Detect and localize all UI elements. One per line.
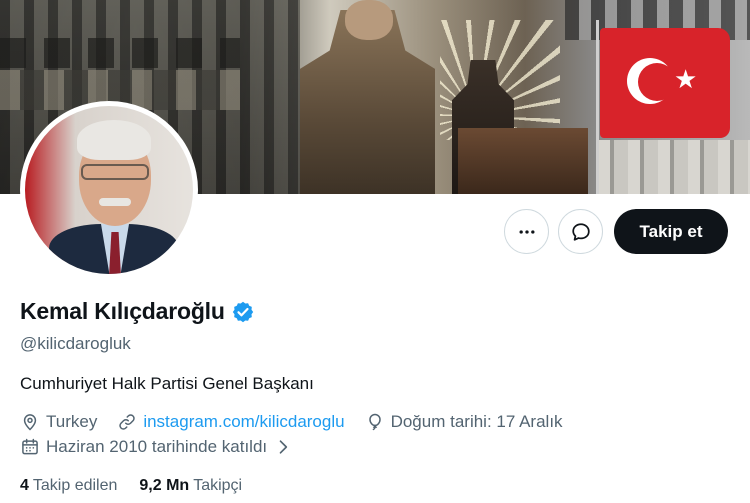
website-link[interactable]: instagram.com/kilicdaroglu <box>143 412 344 432</box>
followers-stat[interactable]: 9,2 Mn Takipçi <box>139 477 242 495</box>
message-button[interactable] <box>558 209 603 254</box>
message-bubble-icon <box>571 222 590 241</box>
banner-city <box>598 140 750 194</box>
following-label: Takip edilen <box>32 477 118 494</box>
chevron-right-icon <box>279 440 288 454</box>
joined-item[interactable]: Haziran 2010 tarihinde katıldı <box>20 437 293 457</box>
ellipsis-icon <box>519 229 534 234</box>
banner-hats <box>0 38 240 68</box>
following-stat[interactable]: 4 Takip edilen <box>20 477 117 495</box>
location-pin-icon <box>23 414 37 431</box>
avatar-photo <box>25 106 193 274</box>
profile-name: Kemal Kılıçdaroğlu <box>20 298 225 324</box>
flag-crescent-cut <box>638 63 676 101</box>
follow-stats: 4 Takip edilen 9,2 Mn Takipçi <box>20 477 242 495</box>
profile-joined-row[interactable]: Haziran 2010 tarihinde katıldı <box>20 437 293 457</box>
flag-star-icon: ★ <box>674 64 698 94</box>
avatar-hair <box>77 120 151 160</box>
website-item[interactable]: instagram.com/kilicdaroglu <box>117 412 345 432</box>
profile-handle: @kilicdarogluk <box>20 334 131 353</box>
banner-figure-head <box>345 0 393 40</box>
balloon-icon <box>368 413 381 431</box>
profile-meta-row: Turkey instagram.com/kilicdaroglu Doğum … <box>20 412 563 432</box>
avatar-glasses <box>81 164 149 180</box>
location-text: Turkey <box>46 412 98 431</box>
verified-badge-icon[interactable] <box>231 300 255 324</box>
profile-avatar[interactable] <box>20 101 198 279</box>
followers-count: 9,2 Mn <box>139 477 190 494</box>
follow-button[interactable]: Takip et <box>614 209 728 254</box>
banner-turkish-flag: ★ <box>600 28 730 138</box>
banner-podium <box>458 128 588 194</box>
calendar-icon <box>22 438 38 455</box>
more-options-button[interactable] <box>504 209 549 254</box>
profile-bio: Cumhuriyet Halk Partisi Genel Başkanı <box>20 374 314 393</box>
link-icon <box>119 414 136 430</box>
profile-name-row: Kemal Kılıçdaroğlu <box>20 298 255 325</box>
followers-label: Takipçi <box>193 477 243 494</box>
banner-flag-pole <box>596 20 599 194</box>
following-count: 4 <box>20 477 29 494</box>
joined-text: Haziran 2010 tarihinde katıldı <box>46 437 268 456</box>
avatar-mustache <box>99 198 131 206</box>
birthday-item: Doğum tarihi: 17 Aralık <box>365 412 563 432</box>
location-item: Turkey <box>20 412 97 432</box>
birthday-text: Doğum tarihi: 17 Aralık <box>390 412 563 431</box>
